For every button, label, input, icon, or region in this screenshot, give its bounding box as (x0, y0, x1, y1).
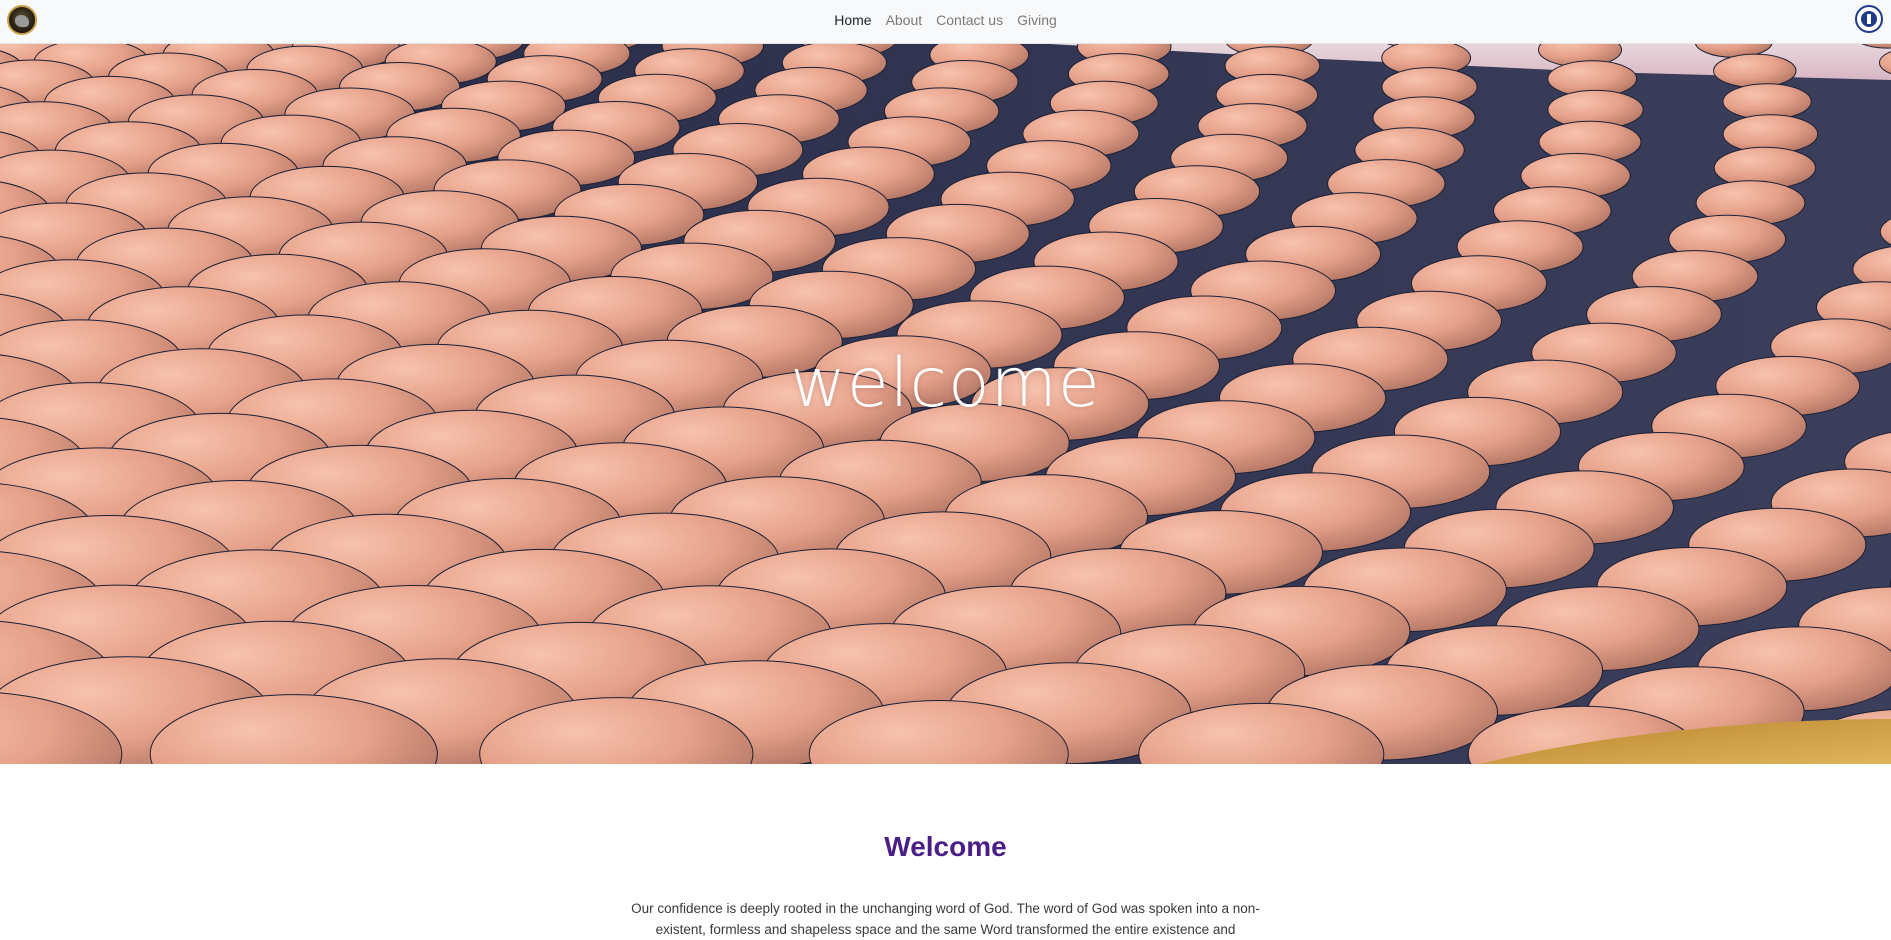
facade-disc (1723, 84, 1811, 120)
nav-links: Home About Contact us Giving (0, 0, 1891, 40)
nav-link-about[interactable]: About (879, 0, 930, 40)
section-title: Welcome (0, 831, 1891, 863)
nav-link-contact[interactable]: Contact us (929, 0, 1010, 40)
facade-disc (1714, 54, 1796, 87)
hero-title: welcome (0, 344, 1891, 423)
top-navbar: Home About Contact us Giving (0, 0, 1891, 44)
nav-link-home[interactable]: Home (827, 0, 878, 40)
rccg-logo-icon[interactable] (1855, 5, 1883, 33)
intro-paragraph: Our confidence is deeply rooted in the u… (620, 898, 1271, 940)
hero-banner: welcome (0, 44, 1891, 764)
nav-link-giving[interactable]: Giving (1010, 0, 1064, 40)
logo-cross (1867, 14, 1871, 24)
